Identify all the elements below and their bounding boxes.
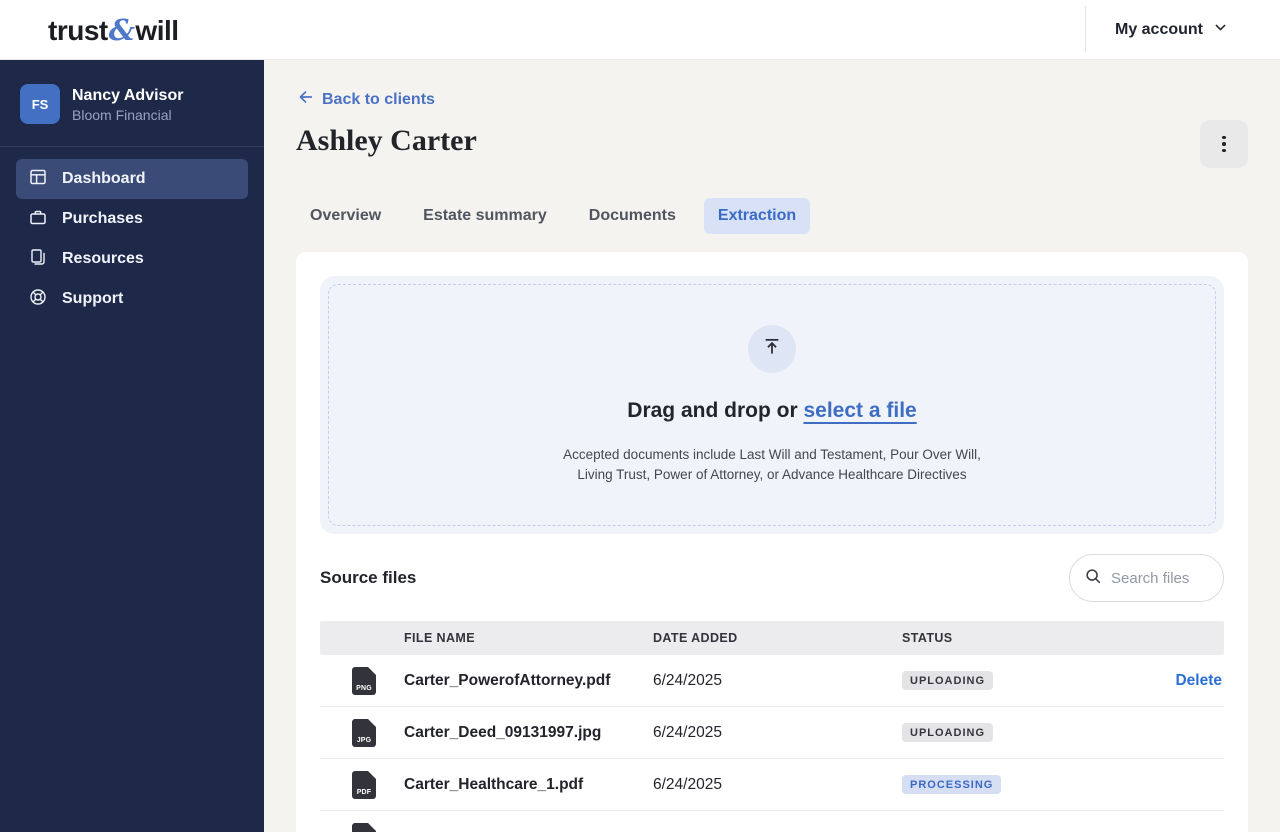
accepted-documents-note: Accepted documents include Last Will and…	[563, 445, 981, 485]
file-type-icon-jpg: JPG	[352, 718, 376, 747]
column-status: STATUS	[902, 631, 953, 645]
status-badge: UPLOADING	[902, 671, 993, 690]
column-file-name: FILE NAME	[404, 631, 475, 645]
kebab-icon	[1222, 135, 1226, 140]
briefcase-icon	[28, 207, 48, 232]
documents-icon	[28, 247, 48, 272]
sidebar-item-dashboard[interactable]: Dashboard	[16, 159, 248, 199]
source-files-table: FILE NAME DATE ADDED STATUS PNG Carter_P…	[320, 621, 1224, 832]
extraction-card: Drag and drop or select a file Accepted …	[296, 252, 1248, 832]
table-header: FILE NAME DATE ADDED STATUS	[320, 621, 1224, 655]
user-block: FS Nancy Advisor Bloom Financial	[0, 60, 264, 147]
tab-overview[interactable]: Overview	[296, 198, 395, 234]
file-name: Carter_Healthcare_1.pdf	[404, 775, 584, 793]
user-info: Nancy Advisor Bloom Financial	[72, 85, 183, 124]
logo-text-left: trust	[48, 14, 108, 46]
status-badge: UPLOADING	[902, 723, 993, 742]
sidebar-item-purchases[interactable]: Purchases	[16, 199, 248, 239]
file-name: Carter_Deed_09131997.jpg	[404, 723, 602, 741]
logo-text-right: will	[135, 14, 179, 46]
date-added: 6/24/2025	[653, 723, 722, 741]
sidebar-item-label: Dashboard	[62, 170, 146, 187]
lifebuoy-icon	[28, 287, 48, 312]
back-to-clients-link[interactable]: Back to clients	[296, 88, 435, 111]
source-files-header-row: Source files	[320, 554, 1224, 602]
dashboard-icon	[28, 167, 48, 192]
sidebar-nav: Dashboard Purchases Resources Support	[0, 147, 264, 331]
my-account-menu[interactable]: My account	[1115, 0, 1228, 60]
main-content: Back to clients Ashley Carter Overview E…	[264, 60, 1280, 832]
file-type-icon-pdf: PDF	[352, 770, 376, 799]
search-icon	[1084, 567, 1102, 590]
file-type-icon	[352, 822, 376, 832]
user-organization: Bloom Financial	[72, 106, 172, 123]
column-date-added: DATE ADDED	[653, 631, 738, 645]
drag-drop-text: Drag and drop or	[627, 399, 804, 422]
file-dropzone[interactable]: Drag and drop or select a file Accepted …	[320, 276, 1224, 534]
sidebar-item-label: Resources	[62, 250, 144, 267]
user-name: Nancy Advisor	[72, 86, 184, 104]
sidebar-item-label: Purchases	[62, 210, 143, 227]
table-row-partial	[320, 811, 1224, 832]
date-added: 6/24/2025	[653, 775, 722, 793]
file-type-icon-png: PNG	[352, 666, 376, 695]
tab-bar: Overview Estate summary Documents Extrac…	[296, 198, 811, 234]
tab-extraction[interactable]: Extraction	[703, 198, 811, 234]
status-badge: PROCESSING	[902, 775, 1002, 794]
table-row: PDF Carter_Healthcare_1.pdf 6/24/2025 PR…	[320, 759, 1224, 811]
date-added: 6/24/2025	[653, 671, 722, 689]
select-a-file-link[interactable]: select a file	[803, 399, 916, 422]
accepted-documents-line1: Accepted documents include Last Will and…	[563, 447, 981, 462]
accepted-documents-line2: Living Trust, Power of Attorney, or Adva…	[577, 467, 967, 482]
topbar: trust&will My account	[0, 0, 1280, 60]
avatar: FS	[20, 84, 60, 124]
upload-icon	[761, 336, 783, 363]
search-files-input[interactable]	[1111, 569, 1209, 587]
table-row: PNG Carter_PowerofAttorney.pdf 6/24/2025…	[320, 655, 1224, 707]
sidebar-item-label: Support	[62, 290, 124, 307]
delete-link[interactable]: Delete	[1175, 672, 1222, 690]
topbar-divider	[1085, 6, 1086, 52]
my-account-label: My account	[1114, 20, 1203, 38]
logo-ampersand: &	[108, 12, 135, 47]
tab-documents[interactable]: Documents	[575, 198, 690, 234]
upload-icon-circle	[748, 325, 796, 373]
brand-logo[interactable]: trust&will	[0, 13, 179, 47]
table-row: JPG Carter_Deed_09131997.jpg 6/24/2025 U…	[320, 707, 1224, 759]
tab-estate-summary[interactable]: Estate summary	[409, 198, 561, 234]
chevron-down-icon	[1213, 20, 1228, 40]
file-name: Carter_PowerofAttorney.pdf	[404, 671, 611, 689]
sidebar-item-resources[interactable]: Resources	[16, 239, 248, 279]
sidebar-item-support[interactable]: Support	[16, 279, 248, 319]
sidebar: FS Nancy Advisor Bloom Financial Dashboa…	[0, 60, 264, 832]
page-title: Ashley Carter	[296, 124, 477, 157]
back-link-label: Back to clients	[322, 90, 435, 108]
source-files-heading: Source files	[320, 568, 417, 587]
arrow-left-icon	[296, 88, 314, 111]
drop-headline: Drag and drop or select a file	[627, 399, 916, 423]
more-options-button[interactable]	[1200, 120, 1248, 168]
search-files-box[interactable]	[1069, 554, 1224, 602]
